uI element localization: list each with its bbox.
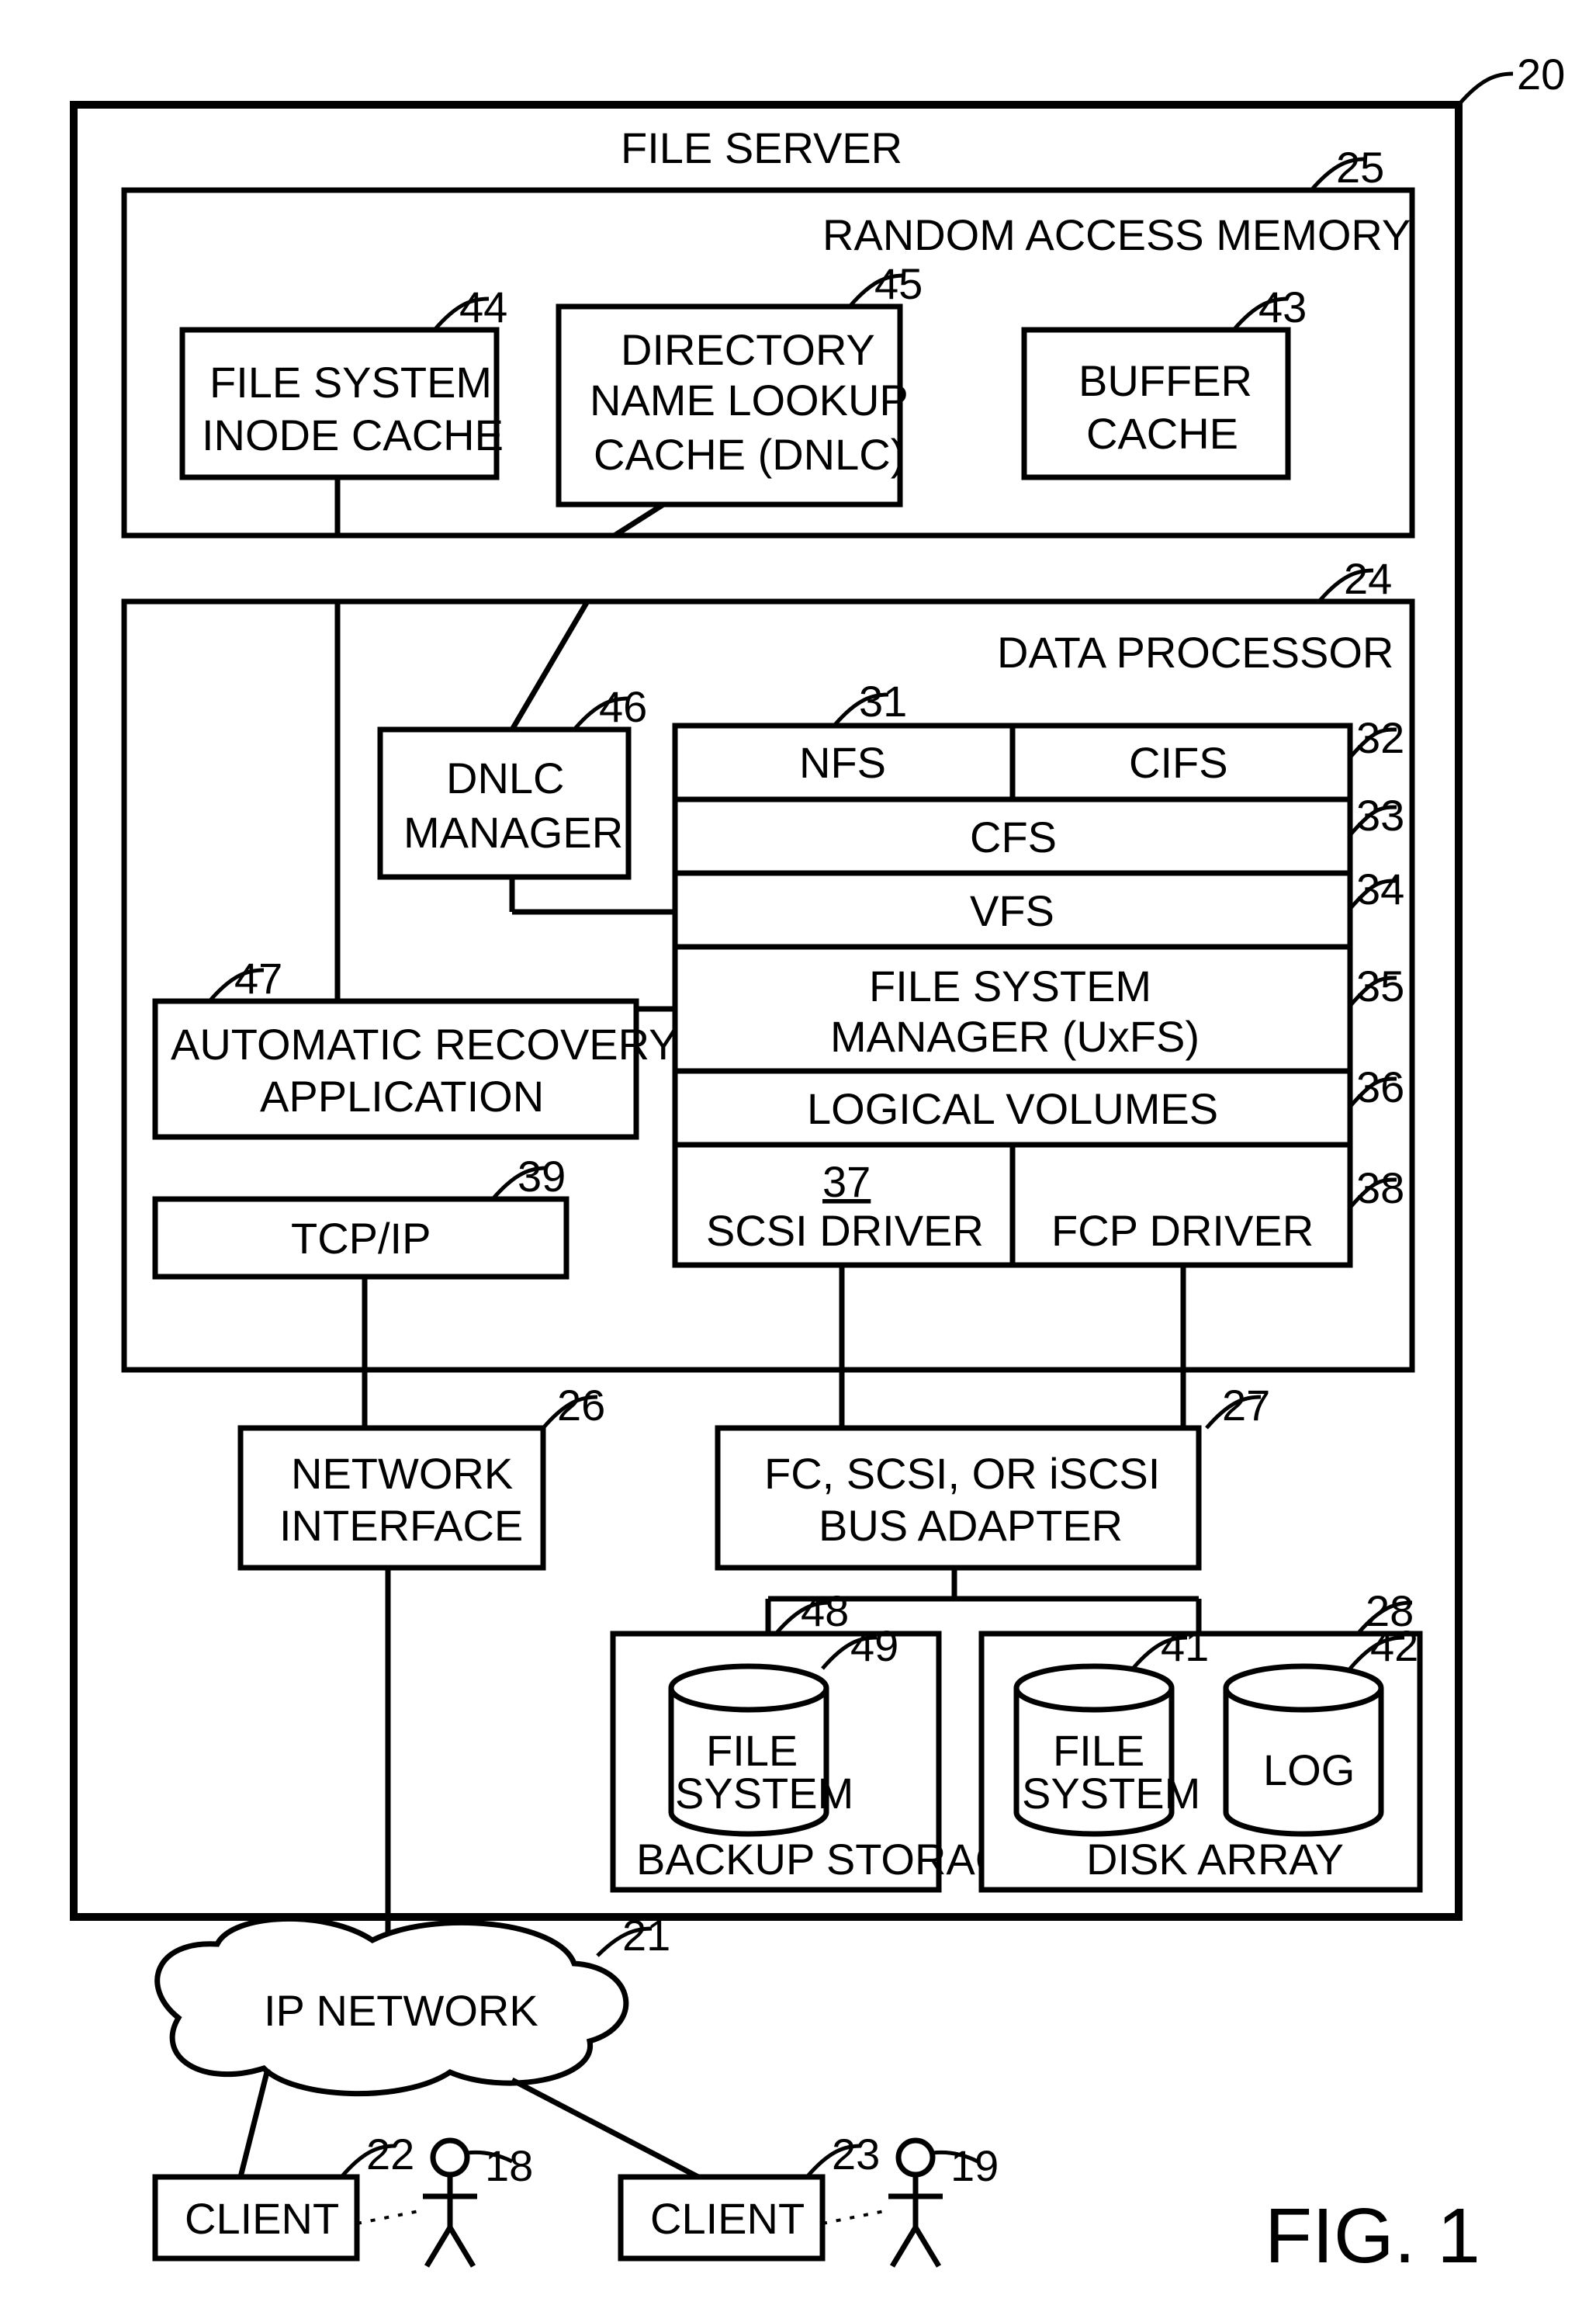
uxfs-l2: MANAGER (UxFS) [830, 1012, 1200, 1061]
inode-cache-l1: FILE SYSTEM [209, 358, 492, 407]
ref-37: 37 [822, 1157, 871, 1206]
backup-fs-l2: SYSTEM [675, 1769, 853, 1818]
network-interface-l1: NETWORK [291, 1449, 513, 1498]
user2-icon [888, 2140, 943, 2266]
ref-31: 31 [859, 677, 907, 726]
tcpip-label: TCP/IP [291, 1214, 431, 1263]
software-stack: NFS CIFS 31 32 CFS 33 VFS 34 FILE SYSTEM… [675, 677, 1404, 1265]
ref-39: 39 [518, 1152, 566, 1201]
ref-33: 33 [1356, 791, 1404, 840]
auto-recovery-l2: APPLICATION [260, 1072, 544, 1121]
ref-35: 35 [1356, 962, 1404, 1010]
file-server-label: FILE SERVER [621, 123, 902, 172]
client1-user-dotted [357, 2210, 423, 2224]
ref-22: 22 [366, 2130, 414, 2178]
ref-23: 23 [832, 2130, 880, 2178]
ref-hook-20 [1459, 74, 1513, 105]
ref-46: 46 [599, 682, 647, 731]
ref-34: 34 [1356, 865, 1404, 913]
ref-21: 21 [622, 1911, 670, 1960]
scsi-driver-label: SCSI DRIVER [706, 1206, 984, 1255]
ref-49: 49 [850, 1621, 898, 1670]
dnlc-l3: CACHE (DNLC) [594, 430, 905, 479]
ref-48: 48 [801, 1586, 849, 1635]
logical-volumes-label: LOGICAL VOLUMES [807, 1084, 1218, 1133]
backup-storage-label: BACKUP STORAGE [636, 1835, 1038, 1884]
ref-36: 36 [1356, 1062, 1404, 1111]
network-interface-l2: INTERFACE [279, 1501, 523, 1550]
ref-20: 20 [1517, 50, 1565, 99]
ref-26: 26 [557, 1381, 605, 1430]
bus-adapter-l2: BUS ADAPTER [819, 1501, 1123, 1550]
buffer-cache-l1: BUFFER [1078, 356, 1252, 405]
fcp-driver-label: FCP DRIVER [1051, 1206, 1314, 1255]
da-fs-l2: SYSTEM [1022, 1769, 1200, 1818]
dnlc-l1: DIRECTORY [621, 325, 875, 374]
dnlc-l2: NAME LOOKUP [590, 376, 909, 425]
buffer-cache-l2: CACHE [1086, 409, 1238, 458]
ref-24: 24 [1344, 554, 1392, 603]
nfs-label: NFS [799, 738, 886, 787]
auto-recovery-l1: AUTOMATIC RECOVERY [171, 1020, 677, 1069]
ref-27: 27 [1222, 1381, 1270, 1430]
ref-45: 45 [874, 259, 923, 308]
backup-fs-l1: FILE [706, 1726, 798, 1775]
ref-38: 38 [1356, 1163, 1404, 1212]
da-log-label: LOG [1263, 1745, 1355, 1794]
bus-adapter-l1: FC, SCSI, OR iSCSI [764, 1449, 1160, 1498]
client2-user-dotted [822, 2210, 888, 2224]
ref-44: 44 [459, 282, 507, 331]
ref-43: 43 [1258, 282, 1307, 331]
dnlc-manager-l2: MANAGER [403, 808, 623, 857]
uxfs-l1: FILE SYSTEM [869, 962, 1151, 1010]
dnlc-manager-l1: DNLC [446, 754, 564, 802]
da-fs-l1: FILE [1053, 1726, 1144, 1775]
figure-label: FIG. 1 [1265, 2192, 1480, 2279]
ip-network-label: IP NETWORK [264, 1986, 538, 2035]
ip-network-cloud: IP NETWORK [158, 1919, 626, 2093]
disk-array-label: DISK ARRAY [1086, 1835, 1344, 1884]
diagram-canvas: .box { fill: #ffffff; stroke: #000000; s… [0, 0, 1596, 2305]
ref-18: 18 [485, 2141, 533, 2190]
client2-label: CLIENT [650, 2194, 805, 2243]
ref-42: 42 [1370, 1621, 1418, 1670]
cfs-label: CFS [970, 813, 1057, 861]
ram-label: RANDOM ACCESS MEMORY [822, 210, 1411, 259]
cifs-label: CIFS [1129, 738, 1228, 787]
ref-32: 32 [1356, 713, 1404, 762]
user1-icon [423, 2140, 477, 2266]
data-processor-label: DATA PROCESSOR [997, 628, 1393, 677]
ref-19: 19 [950, 2141, 999, 2190]
client1-label: CLIENT [185, 2194, 339, 2243]
ref-47: 47 [234, 954, 282, 1003]
ref-41: 41 [1161, 1621, 1209, 1670]
vfs-label: VFS [970, 886, 1054, 935]
ref-25: 25 [1336, 143, 1384, 192]
inode-cache-l2: INODE CACHE [202, 411, 504, 459]
